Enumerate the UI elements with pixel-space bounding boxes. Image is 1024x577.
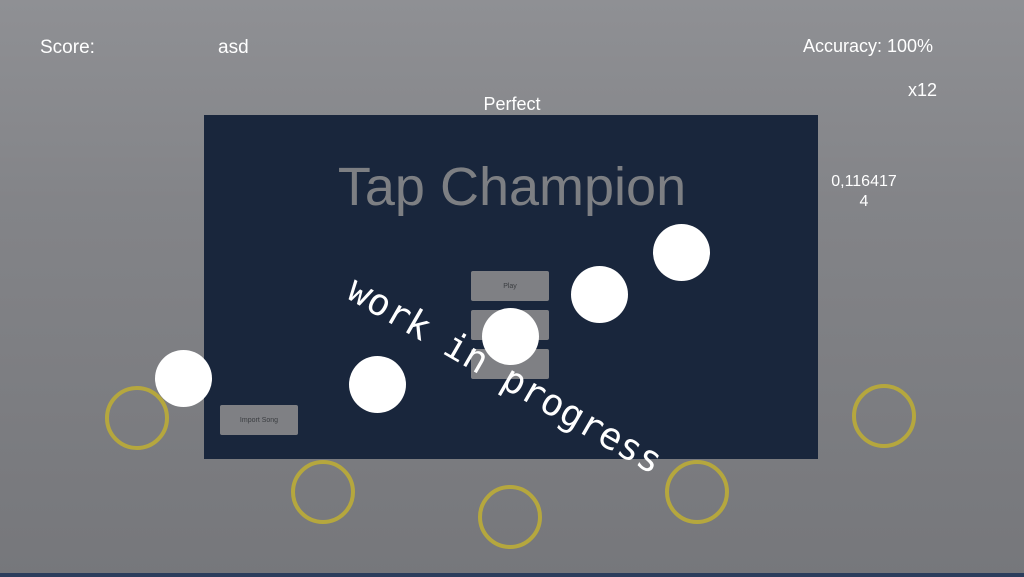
accuracy-readout: Accuracy: 100% (803, 36, 934, 56)
lane-target-2[interactable] (291, 460, 355, 524)
note (349, 356, 406, 413)
lane-target-1[interactable] (105, 386, 169, 450)
note (653, 224, 710, 281)
debug-readout: 0,116417 4 (814, 172, 914, 212)
debug-value: 0,116417 (831, 173, 897, 190)
lane-target-4[interactable] (665, 460, 729, 524)
score-label: Score: (40, 37, 95, 58)
import-song-button[interactable]: Import Song (220, 405, 298, 435)
note (571, 266, 628, 323)
play-button[interactable]: Play (471, 271, 549, 301)
debug-count: 4 (859, 193, 869, 210)
lane-target-5[interactable] (852, 384, 916, 448)
lane-target-3[interactable] (478, 485, 542, 549)
hit-judgement: Perfect (483, 94, 541, 114)
note (155, 350, 212, 407)
bottom-edge (0, 573, 1024, 577)
score-value: asd (218, 37, 249, 58)
note (482, 308, 539, 365)
